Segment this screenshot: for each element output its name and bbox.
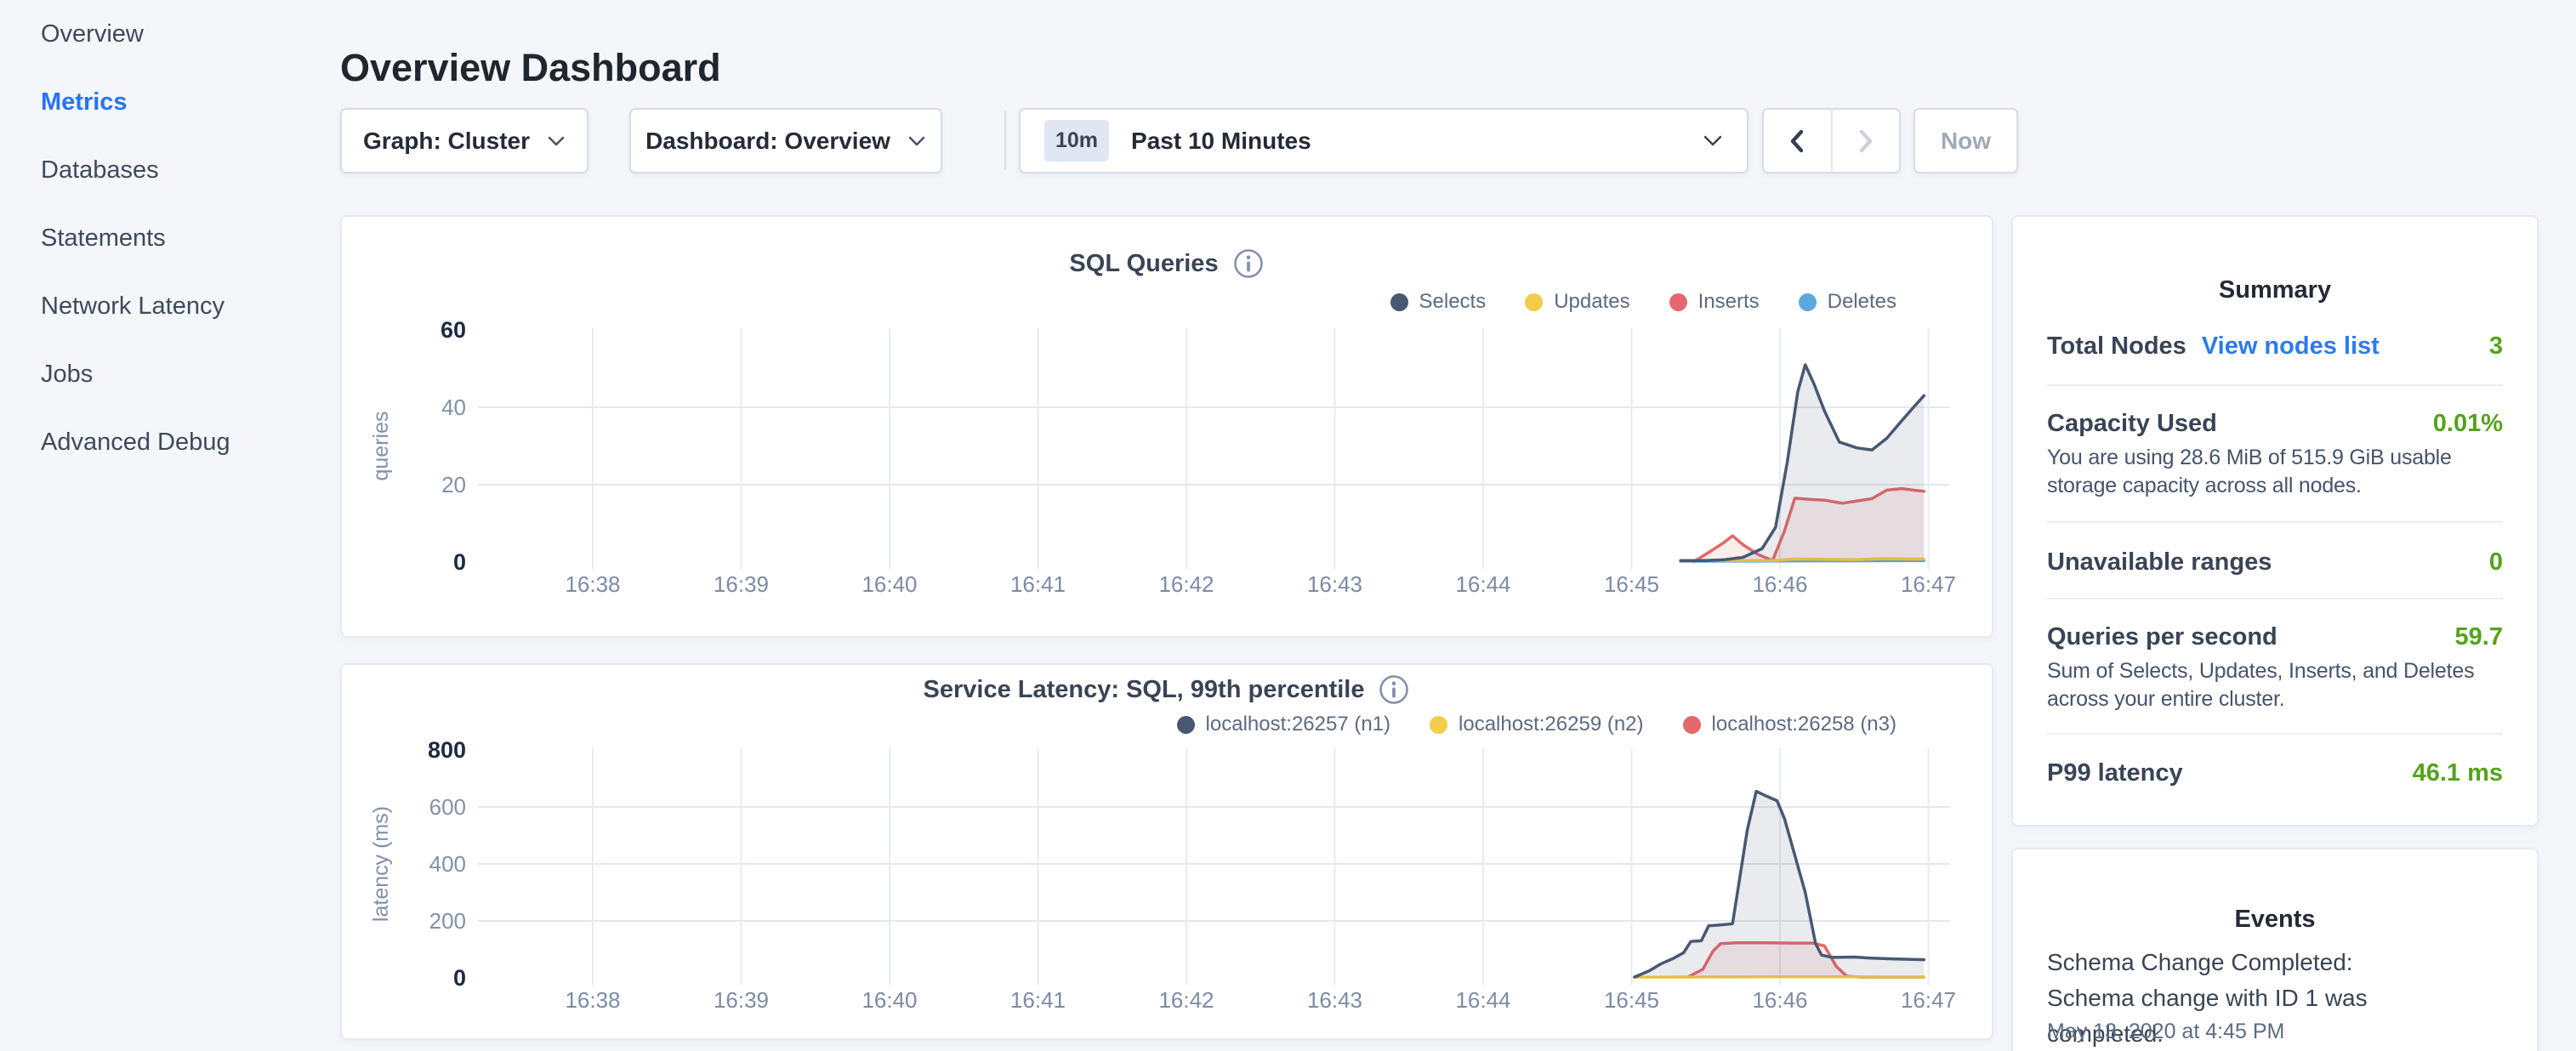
summary-row-label: Queries per second [2047,623,2277,651]
sql-queries-plot[interactable]: 16:38 16:39 16:40 16:41 16:42 16:43 16:44 16:45… [342,217,1995,639]
time-window-back-button[interactable] [1764,110,1833,172]
dashboard-dropdown-label: Dashboard: Overview [645,128,890,155]
x-tick-label: 16:40 [862,987,917,1013]
summary-row-label: P99 latency [2047,759,2183,787]
chevron-right-icon [1857,128,1875,154]
chevron-down-icon [1703,134,1723,147]
summary-row-value: 59.7 [2455,623,2503,651]
x-tick-label: 16:41 [1010,987,1066,1013]
sidebar-item-statements[interactable]: Statements [0,204,340,272]
db-console-page: OverviewMetricsDatabasesStatementsNetwor… [0,0,2576,1051]
sql-queries-chart-card: SQL QueriesSelectsUpdatesInsertsDeletes1… [340,215,1993,638]
summary-row-label: Unavailable ranges [2047,548,2272,577]
service-latency-plot[interactable]: 16:38 16:39 16:40 16:41 16:42 16:43 16:44 16:45… [342,665,1995,1042]
summary-row-value: 0.01% [2433,410,2503,438]
summary-row-total-nodes: Total Nodes View nodes list 3 [2047,331,2503,361]
x-tick-label: 16:38 [565,571,620,597]
chevron-down-icon [547,135,566,147]
x-tick-label: 16:39 [714,987,769,1013]
now-button[interactable]: Now [1914,108,2018,173]
sidebar-item-advanced-debug[interactable]: Advanced Debug [0,408,340,476]
sidebar-item-network-latency[interactable]: Network Latency [0,272,340,340]
summary-row-value: 46.1 ms [2413,759,2503,787]
service-latency-chart-card: Service Latency: SQL, 99th percentileloc… [340,663,1993,1040]
y-tick-label: 40 [441,395,466,420]
x-tick-label: 16:42 [1158,571,1214,597]
time-window-pager [1762,108,1901,173]
summary-title: Summary [2013,276,2537,304]
x-tick-label: 16:45 [1604,987,1659,1013]
x-tick-label: 16:43 [1307,571,1362,597]
x-tick-label: 16:46 [1752,987,1807,1013]
summary-row-description: Sum of Selects, Updates, Inserts, and De… [2047,657,2523,713]
x-tick-label: 16:40 [862,571,917,597]
x-tick-label: 16:42 [1158,987,1214,1013]
event-timestamp: May 13, 2020 at 4:45 PM [2047,1020,2284,1044]
x-tick-label: 16:44 [1455,571,1510,597]
events-panel: Events Schema Change Completed: Schema c… [2011,848,2539,1051]
y-axis-label: latency (ms) [369,806,393,922]
sidebar-item-metrics[interactable]: Metrics [0,68,340,136]
summary-divider [2047,384,2503,386]
x-tick-label: 16:47 [1901,571,1956,597]
graph-dropdown[interactable]: Graph: Cluster [340,108,589,173]
x-tick-label: 16:47 [1901,987,1956,1013]
summary-row-queries-per-second: Queries per second 59.7 [2047,622,2503,652]
sidebar-item-overview[interactable]: Overview [0,0,340,68]
time-window-dropdown[interactable]: 10m Past 10 Minutes [1019,108,1749,173]
sidebar: OverviewMetricsDatabasesStatementsNetwor… [0,0,340,1051]
series-area-localhost-26257-n1- [1635,792,1924,978]
sidebar-item-databases[interactable]: Databases [0,136,340,204]
x-tick-label: 16:46 [1752,571,1807,597]
x-tick-label: 16:43 [1307,987,1362,1013]
toolbar-divider [1004,111,1006,170]
time-window-forward-button[interactable] [1833,110,1900,172]
y-tick-label: 0 [453,549,466,575]
x-tick-label: 16:44 [1455,987,1510,1013]
summary-divider [2047,598,2503,599]
y-tick-label: 800 [428,737,466,763]
page-title: Overview Dashboard [340,46,721,90]
summary-panel: Summary Total Nodes View nodes list 3 Capac… [2011,215,2539,827]
series-area-selects [1680,365,1924,562]
summary-row-unavailable-ranges: Unavailable ranges 0 [2047,547,2503,577]
summary-row-capacity-used: Capacity Used 0.01% [2047,408,2503,439]
summary-row-p99-latency: P99 latency 46.1 ms [2047,758,2503,788]
y-tick-label: 0 [453,965,466,991]
events-title: Events [2013,906,2537,934]
view-nodes-list-link[interactable]: View nodes list [2202,332,2380,361]
dashboard-dropdown[interactable]: Dashboard: Overview [629,108,942,173]
y-tick-label: 20 [441,472,466,497]
x-tick-label: 16:39 [714,571,769,597]
x-tick-label: 16:38 [565,987,620,1013]
summary-row-description: You are using 28.6 MiB of 515.9 GiB usab… [2047,444,2523,500]
time-window-label: Past 10 Minutes [1131,128,1311,155]
summary-row-label: Capacity Used [2047,410,2217,438]
y-tick-label: 400 [429,851,466,877]
y-tick-label: 600 [429,794,466,820]
chevron-left-icon [1788,128,1806,154]
y-axis-label: queries [369,412,393,481]
summary-row-value: 0 [2489,548,2503,577]
summary-row-value: 3 [2489,332,2503,361]
y-tick-label: 200 [429,908,466,934]
sidebar-item-jobs[interactable]: Jobs [0,340,340,408]
summary-row-label: Total Nodes [2047,332,2186,361]
graph-dropdown-label: Graph: Cluster [363,128,530,155]
time-window-badge: 10m [1044,120,1109,162]
x-tick-label: 16:41 [1010,571,1066,597]
chevron-down-icon [907,135,926,147]
summary-divider [2047,733,2503,735]
x-tick-label: 16:45 [1604,571,1659,597]
summary-divider [2047,521,2503,523]
y-tick-label: 60 [441,317,466,343]
